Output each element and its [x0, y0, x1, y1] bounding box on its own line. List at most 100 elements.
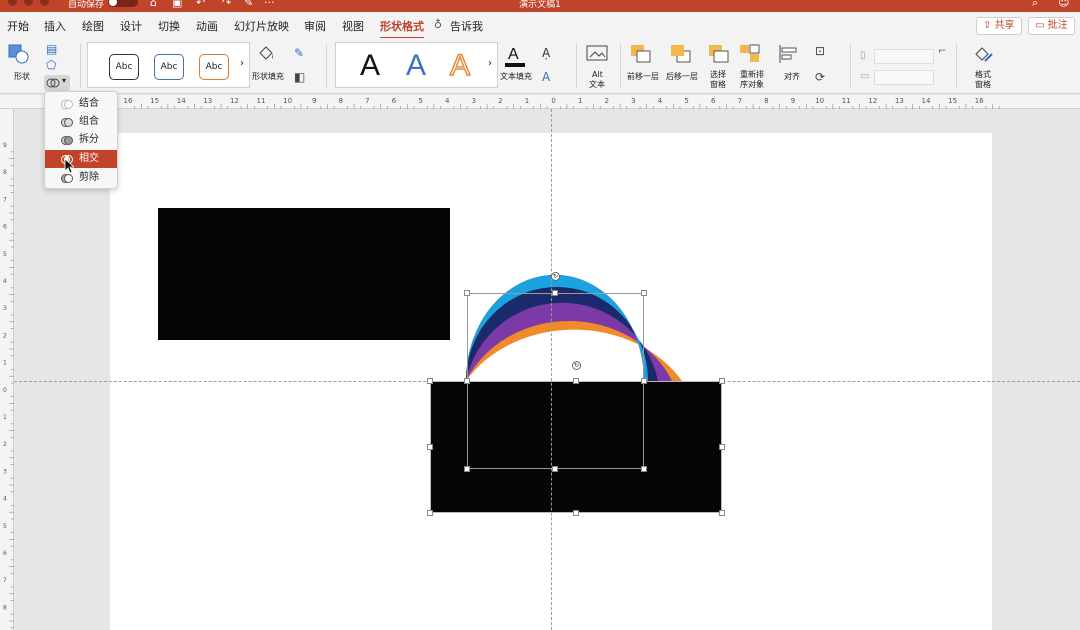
shape-style-blue[interactable]: Abc [154, 54, 184, 80]
shape-effects-icon[interactable]: ◧ [294, 70, 305, 84]
tab-insert[interactable]: 插入 [44, 18, 66, 34]
alt-text-icon[interactable] [586, 44, 608, 64]
ruler-tick-label: 12 [230, 97, 239, 105]
chevron-right-icon[interactable]: › [488, 58, 492, 69]
menu-item-label: 剪除 [79, 172, 99, 183]
menu-item-label: 结合 [79, 98, 99, 109]
ruler-tick-label: 2 [498, 97, 502, 105]
text-effects-icon[interactable]: A [542, 70, 550, 84]
bring-forward-label: 前移一层 [627, 72, 659, 81]
send-backward-icon[interactable] [670, 44, 692, 64]
ruler-tick-label: 0 [3, 387, 7, 394]
lock-aspect-icon[interactable]: ⌐ [938, 46, 946, 57]
tab-tell-me[interactable]: 告诉我 [450, 18, 483, 34]
menu-item-intersect[interactable]: 相交 [45, 150, 117, 168]
shape-style-orange[interactable]: Abc [199, 54, 229, 80]
black-rectangle-top[interactable] [158, 208, 450, 340]
resize-handle[interactable] [427, 378, 433, 384]
menu-item-subtract[interactable]: 剪除 [45, 169, 117, 187]
ruler-tick-label: 9 [791, 97, 795, 105]
rotate-handle-icon[interactable]: ↻ [572, 361, 581, 370]
shape-height-input[interactable] [874, 49, 934, 64]
ruler-tick-label: 4 [3, 496, 7, 503]
tab-home[interactable]: 开始 [7, 18, 29, 34]
menu-item-fragment[interactable]: 拆分 [45, 131, 117, 149]
ruler-tick-label: 10 [283, 97, 292, 105]
menu-item-combine[interactable]: 组合 [45, 113, 117, 131]
text-fill-icon[interactable]: A [503, 44, 527, 68]
vertical-ruler: 9876543210123456789 [0, 109, 14, 630]
ruler-tick-label: 4 [3, 278, 7, 285]
resize-handle[interactable] [464, 466, 470, 472]
shape-outline-icon[interactable]: ✎ [294, 46, 304, 60]
comment-button[interactable]: ▭ 批注 [1028, 17, 1075, 35]
resize-handle[interactable] [427, 444, 433, 450]
shapes-icon[interactable] [8, 44, 30, 64]
send-backward-label: 后移一层 [666, 72, 698, 81]
share-button[interactable]: ⇪ 共享 [976, 17, 1022, 35]
ruler-tick-label: 13 [895, 97, 904, 105]
menu-item-label: 相交 [79, 153, 99, 164]
tab-draw[interactable]: 绘图 [82, 18, 104, 34]
wordart-style-orange[interactable]: A [449, 48, 471, 83]
tab-slideshow[interactable]: 幻灯片放映 [234, 18, 289, 34]
tab-design[interactable]: 设计 [120, 18, 142, 34]
share-label: 共享 [994, 20, 1015, 31]
ruler-tick-label: 11 [842, 97, 851, 105]
format-pane-icon[interactable] [972, 44, 994, 64]
resize-handle[interactable] [464, 290, 470, 296]
resize-handle[interactable] [719, 378, 725, 384]
reorder-objects-label-2: 序对象 [740, 80, 764, 89]
wordart-gallery: A A A [335, 42, 498, 88]
menu-item-union[interactable]: 结合 [45, 95, 117, 113]
account-icon[interactable]: ☺ [1058, 0, 1069, 9]
ruler-tick-label: 1 [525, 97, 529, 105]
resize-handle[interactable] [552, 466, 558, 472]
paint-bucket-icon[interactable] [256, 44, 276, 62]
resize-handle[interactable] [573, 510, 579, 516]
rotate-icon[interactable]: ⟳ [815, 70, 825, 84]
chevron-right-icon[interactable]: › [240, 58, 244, 69]
rotate-handle-icon[interactable]: ↻ [551, 272, 560, 281]
resize-handle[interactable] [641, 466, 647, 472]
group-objects-icon[interactable]: ⊡ [815, 44, 825, 58]
resize-handle[interactable] [464, 378, 470, 384]
chevron-down-icon: ▾ [62, 76, 67, 85]
text-box-icon[interactable]: ▤ [46, 42, 57, 56]
ruler-tick-label: 3 [472, 97, 476, 105]
comment-label: 批注 [1047, 20, 1068, 31]
edit-shape-icon[interactable]: ⬠ [46, 58, 56, 72]
tab-animations[interactable]: 动画 [196, 18, 218, 34]
text-outline-icon[interactable]: Ạ [542, 46, 550, 60]
ruler-tick-label: 8 [339, 97, 343, 105]
resize-handle[interactable] [552, 290, 558, 296]
resize-handle[interactable] [573, 378, 579, 384]
wordart-style-black[interactable]: A [360, 49, 380, 83]
wordart-style-blue[interactable]: A [406, 49, 426, 83]
alt-text-label: Alt [592, 70, 603, 79]
comment-icon: ▭ [1035, 20, 1048, 31]
shape-width-input[interactable] [874, 70, 934, 85]
resize-handle[interactable] [641, 378, 647, 384]
merge-shapes-button[interactable]: ▾ [44, 75, 70, 91]
reorder-objects-icon[interactable] [739, 44, 761, 64]
align-icon[interactable] [778, 44, 800, 64]
ruler-tick-label: 6 [3, 550, 7, 557]
tab-shape-format[interactable]: 形状格式 [380, 18, 424, 39]
bring-forward-icon[interactable] [630, 44, 652, 64]
ribbon-separator [326, 44, 327, 88]
ruler-tick-label: 4 [445, 97, 450, 105]
ruler-tick-label: 9 [312, 97, 316, 105]
menu-item-label: 拆分 [79, 134, 99, 145]
ruler-tick-label: 6 [392, 97, 397, 105]
resize-handle[interactable] [719, 444, 725, 450]
shape-style-dark[interactable]: Abc [109, 54, 139, 80]
resize-handle[interactable] [719, 510, 725, 516]
tab-review[interactable]: 审阅 [304, 18, 326, 34]
resize-handle[interactable] [641, 290, 647, 296]
resize-handle[interactable] [427, 510, 433, 516]
tab-view[interactable]: 视图 [342, 18, 364, 34]
search-icon[interactable]: ⌕ [1032, 0, 1038, 10]
selection-pane-icon[interactable] [708, 44, 730, 64]
tab-transitions[interactable]: 切换 [158, 18, 180, 34]
